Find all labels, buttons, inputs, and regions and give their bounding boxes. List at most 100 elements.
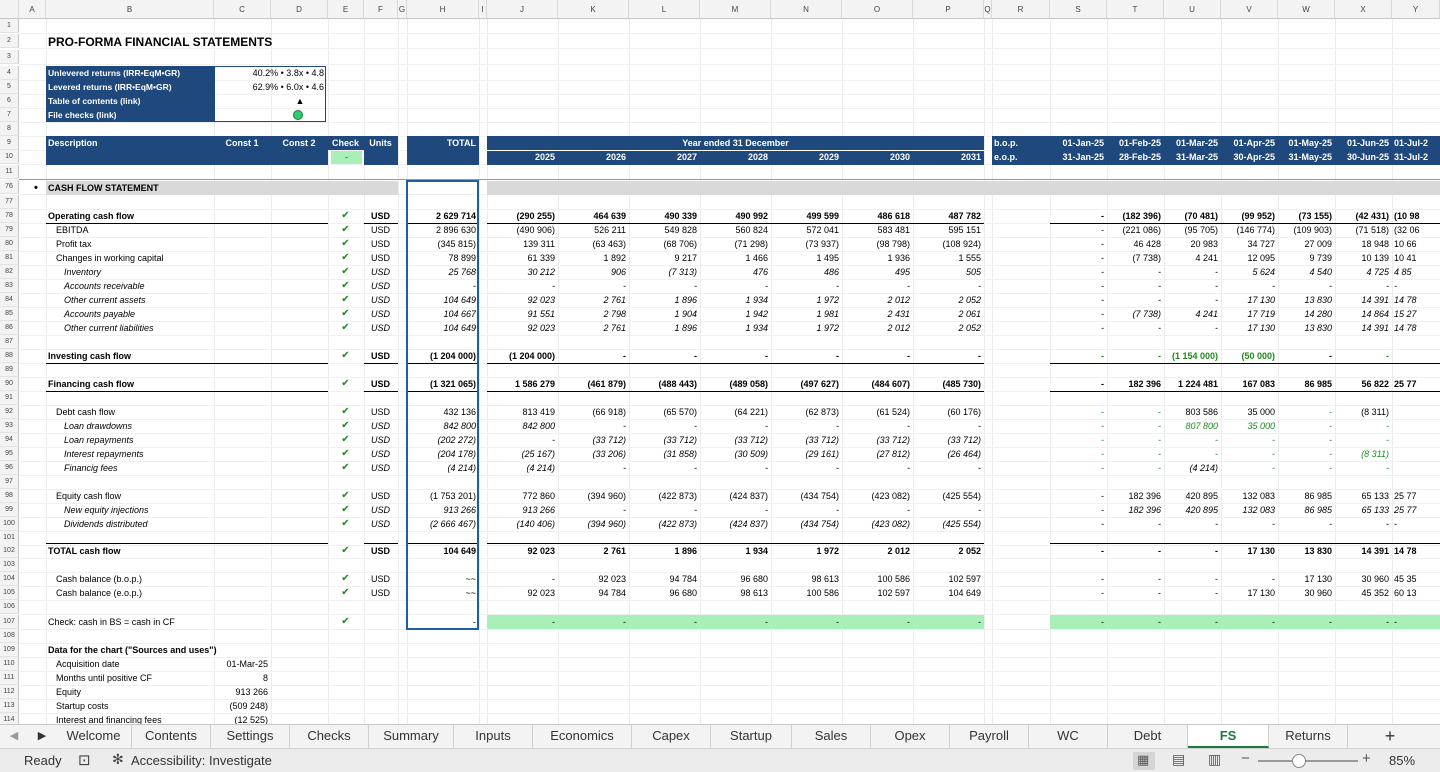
row-header[interactable]: 97 xyxy=(0,475,19,489)
row-header[interactable]: 89 xyxy=(0,363,19,377)
column-header-y[interactable]: Y xyxy=(1392,0,1440,19)
column-header-l[interactable]: L xyxy=(629,0,700,19)
row-header[interactable]: 101 xyxy=(0,531,19,545)
scroll-tabs-right-icon[interactable]: ▶ xyxy=(28,725,56,748)
sheet-tab-checks[interactable]: Checks xyxy=(290,725,369,748)
sheet-tab-economics[interactable]: Economics xyxy=(533,725,632,748)
row-header[interactable]: 107 xyxy=(0,614,19,629)
row-header[interactable]: 85 xyxy=(0,307,19,321)
page-layout-view-icon[interactable]: ▤ xyxy=(1172,751,1185,768)
row-header[interactable]: 82 xyxy=(0,265,19,279)
row-header[interactable]: 102 xyxy=(0,544,19,558)
column-header-q[interactable]: Q xyxy=(984,0,992,19)
zoom-in-icon[interactable]: + xyxy=(1362,750,1371,767)
row-header[interactable]: 112 xyxy=(0,685,19,699)
sheet-tab-contents[interactable]: Contents xyxy=(132,725,211,748)
row-header[interactable]: 96 xyxy=(0,461,19,475)
column-header-d[interactable]: D xyxy=(271,0,328,19)
column-header-n[interactable]: N xyxy=(771,0,842,19)
sheet-tab-wc[interactable]: WC xyxy=(1029,725,1108,748)
row-header[interactable]: 7 xyxy=(0,108,19,122)
column-header-m[interactable]: M xyxy=(700,0,771,19)
sheet-tab-startup[interactable]: Startup xyxy=(711,725,792,748)
column-header-w[interactable]: W xyxy=(1278,0,1335,19)
column-header-c[interactable]: C xyxy=(214,0,271,19)
zoom-slider-thumb[interactable] xyxy=(1292,754,1306,768)
row-header[interactable]: 84 xyxy=(0,293,19,307)
row-header[interactable]: 108 xyxy=(0,628,19,643)
zoom-out-icon[interactable]: − xyxy=(1241,750,1250,767)
row-header[interactable]: 91 xyxy=(0,391,19,405)
macro-record-icon[interactable]: ⊡ xyxy=(78,751,91,769)
info-box-label[interactable]: Table of contents (link) xyxy=(48,94,211,108)
normal-view-button[interactable]: ▦ xyxy=(1133,752,1155,770)
row-header[interactable]: 6 xyxy=(0,94,19,108)
accessibility-status[interactable]: Accessibility: Investigate xyxy=(131,753,272,768)
scroll-tabs-left-icon[interactable]: ◀ xyxy=(0,725,28,748)
column-header-f[interactable]: F xyxy=(364,0,398,19)
column-header-e[interactable]: E xyxy=(328,0,364,19)
sheet-tab-sales[interactable]: Sales xyxy=(792,725,871,748)
column-header-b[interactable]: B xyxy=(46,0,214,19)
sheet-tab-payroll[interactable]: Payroll xyxy=(950,725,1029,748)
row-header[interactable]: 9 xyxy=(0,136,19,150)
row-header[interactable]: 105 xyxy=(0,586,19,601)
row-header[interactable]: 3 xyxy=(0,50,19,64)
file-checks-status-icon[interactable] xyxy=(293,110,303,120)
row-header[interactable]: 88 xyxy=(0,349,19,363)
row-header[interactable]: 99 xyxy=(0,503,19,517)
row-header[interactable]: 79 xyxy=(0,223,19,237)
sheet-tab-capex[interactable]: Capex xyxy=(632,725,711,748)
row-header[interactable]: 76 xyxy=(0,180,19,194)
row-header[interactable]: 100 xyxy=(0,517,19,531)
sheet-tab-debt[interactable]: Debt xyxy=(1108,725,1188,748)
sheet-tab-welcome[interactable]: Welcome xyxy=(56,725,132,748)
column-header-u[interactable]: U xyxy=(1164,0,1221,19)
column-header-v[interactable]: V xyxy=(1221,0,1278,19)
row-header[interactable]: 92 xyxy=(0,405,19,419)
row-header[interactable]: 90 xyxy=(0,377,19,391)
row-header[interactable]: 2 xyxy=(0,34,19,48)
column-header-o[interactable]: O xyxy=(842,0,913,19)
sheet-tab-returns[interactable]: Returns xyxy=(1269,725,1348,748)
row-header[interactable]: 81 xyxy=(0,251,19,265)
column-header-p[interactable]: P xyxy=(913,0,984,19)
column-header-a[interactable]: A xyxy=(19,0,46,19)
add-sheet-icon[interactable]: + xyxy=(1373,725,1407,748)
contents-link-arrow-icon[interactable]: ▲ xyxy=(216,94,384,108)
row-header[interactable]: 106 xyxy=(0,600,19,615)
row-header[interactable]: 93 xyxy=(0,419,19,433)
sheet-tab-fs[interactable]: FS xyxy=(1188,725,1269,748)
row-header[interactable]: 1 xyxy=(0,19,19,33)
info-box-label[interactable]: File checks (link) xyxy=(48,108,211,122)
row-header[interactable]: 104 xyxy=(0,572,19,587)
column-header-k[interactable]: K xyxy=(558,0,629,19)
sheet-tab-summary[interactable]: Summary xyxy=(369,725,454,748)
row-header[interactable]: 86 xyxy=(0,321,19,335)
row-header[interactable]: 94 xyxy=(0,433,19,447)
select-all-corner[interactable] xyxy=(0,0,19,19)
row-header[interactable]: 98 xyxy=(0,489,19,503)
column-header-x[interactable]: X xyxy=(1335,0,1392,19)
row-header[interactable]: 87 xyxy=(0,335,19,349)
zoom-level[interactable]: 85% xyxy=(1389,753,1415,768)
column-header-h[interactable]: H xyxy=(407,0,479,19)
selected-range[interactable] xyxy=(406,180,479,630)
row-header[interactable]: 109 xyxy=(0,642,19,657)
column-header-s[interactable]: S xyxy=(1050,0,1107,19)
zoom-slider[interactable] xyxy=(1258,760,1358,762)
page-break-view-icon[interactable]: ▥ xyxy=(1208,751,1221,768)
column-header-g[interactable]: G xyxy=(398,0,407,19)
sheet-tab-opex[interactable]: Opex xyxy=(871,725,950,748)
row-header[interactable]: 103 xyxy=(0,558,19,573)
accessibility-icon[interactable]: ✻ xyxy=(112,751,124,768)
sheet-tab-inputs[interactable]: Inputs xyxy=(454,725,533,748)
column-header-r[interactable]: R xyxy=(992,0,1050,19)
row-header[interactable]: 11 xyxy=(0,165,19,179)
row-header[interactable]: 111 xyxy=(0,670,19,685)
row-header[interactable]: 114 xyxy=(0,713,19,724)
row-header[interactable]: 8 xyxy=(0,122,19,136)
worksheet-grid[interactable]: A B C D E F G H I J K L M N O P Q R S T U V W X Y 1 2 3 4 5 6 7 8 9 10 11 76… xyxy=(0,0,1440,724)
row-header[interactable]: 95 xyxy=(0,447,19,461)
row-header[interactable]: 10 xyxy=(0,150,19,164)
